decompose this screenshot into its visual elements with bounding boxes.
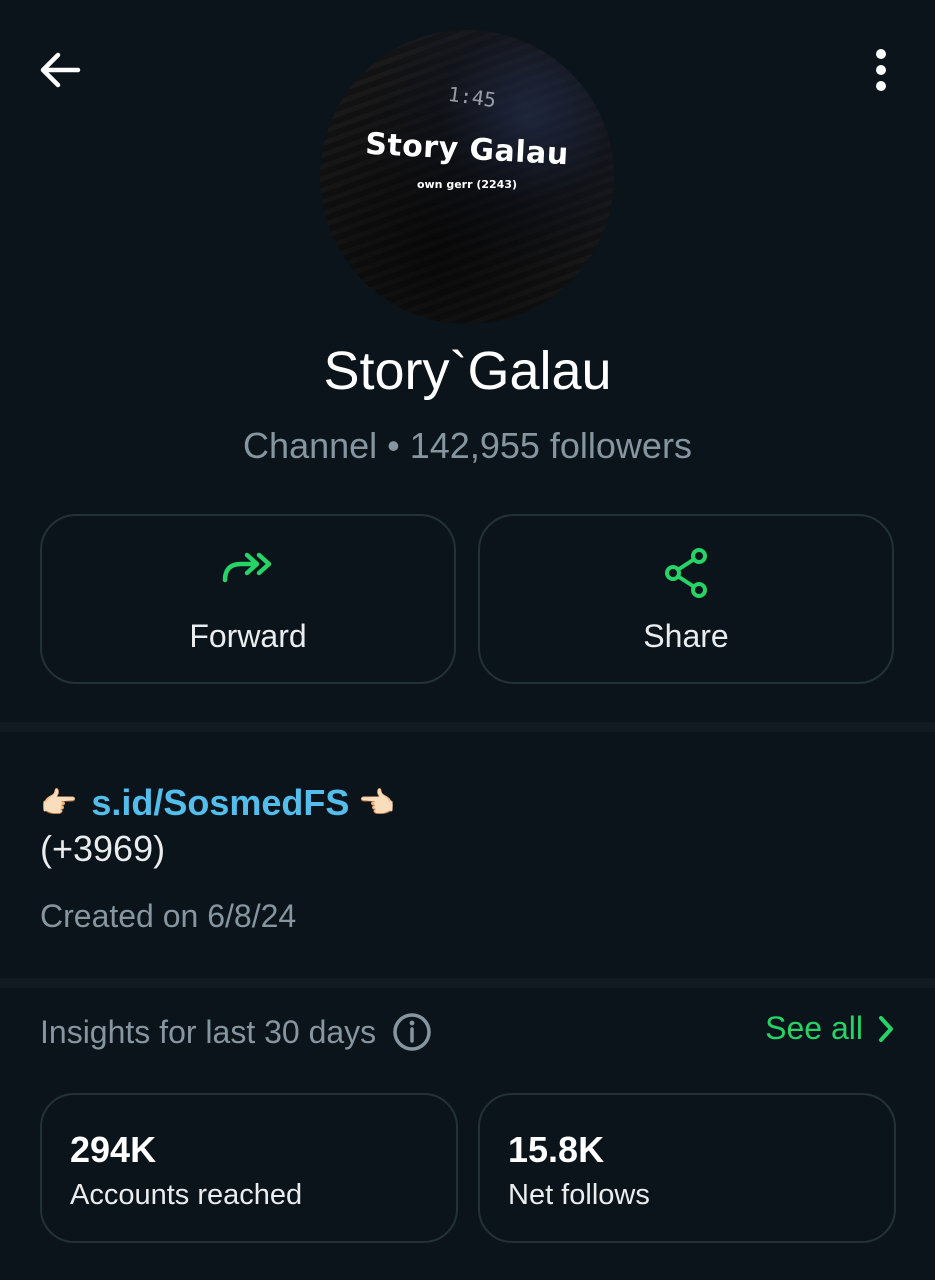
channel-avatar[interactable]: 1:45 Story Galau own gerr (2243) [320, 30, 614, 324]
forward-button[interactable]: Forward [40, 514, 456, 684]
insights-title: Insights for last 30 days [40, 1012, 432, 1052]
arrow-left-icon [40, 52, 81, 88]
avatar-shading [320, 30, 614, 324]
share-button[interactable]: Share [478, 514, 894, 684]
info-icon[interactable] [392, 1012, 432, 1052]
forward-label: Forward [189, 618, 307, 654]
forward-icon [222, 552, 272, 583]
net-follows-card[interactable]: 15.8K Net follows [478, 1093, 896, 1243]
more-vertical-icon [876, 49, 886, 91]
section-divider [0, 722, 935, 732]
channel-meta: Channel • 142,955 followers [243, 425, 692, 466]
pointing-hand-icon: 👉🏻 [359, 786, 397, 820]
accounts-reached-card[interactable]: 294K Accounts reached [40, 1093, 458, 1243]
description-text: (+3969) [40, 828, 166, 869]
stat-value: 294K [70, 1129, 157, 1170]
more-options-button[interactable] [851, 40, 911, 100]
channel-link[interactable]: s.id/SosmedFS [91, 782, 349, 824]
section-divider [0, 978, 935, 988]
stat-label: Accounts reached [70, 1179, 303, 1211]
see-all-link[interactable]: See all [765, 1010, 895, 1047]
avatar-subtitle-text: own gerr (2243) [416, 178, 518, 191]
insights-title-text: Insights for last 30 days [40, 1013, 377, 1050]
chevron-right-icon [879, 1015, 893, 1042]
stat-label: Net follows [508, 1179, 650, 1211]
see-all-label: See all [765, 1010, 863, 1046]
description-link-line: 👉🏻 s.id/SosmedFS 👉🏻 [40, 782, 397, 824]
pointing-hand-icon: 👉🏻 [40, 786, 78, 820]
stat-value: 15.8K [508, 1129, 605, 1170]
channel-name: Story`Galau [323, 341, 612, 401]
back-button[interactable] [30, 40, 90, 100]
share-label: Share [643, 618, 729, 654]
created-date: Created on 6/8/24 [40, 898, 297, 934]
share-icon [665, 548, 707, 598]
